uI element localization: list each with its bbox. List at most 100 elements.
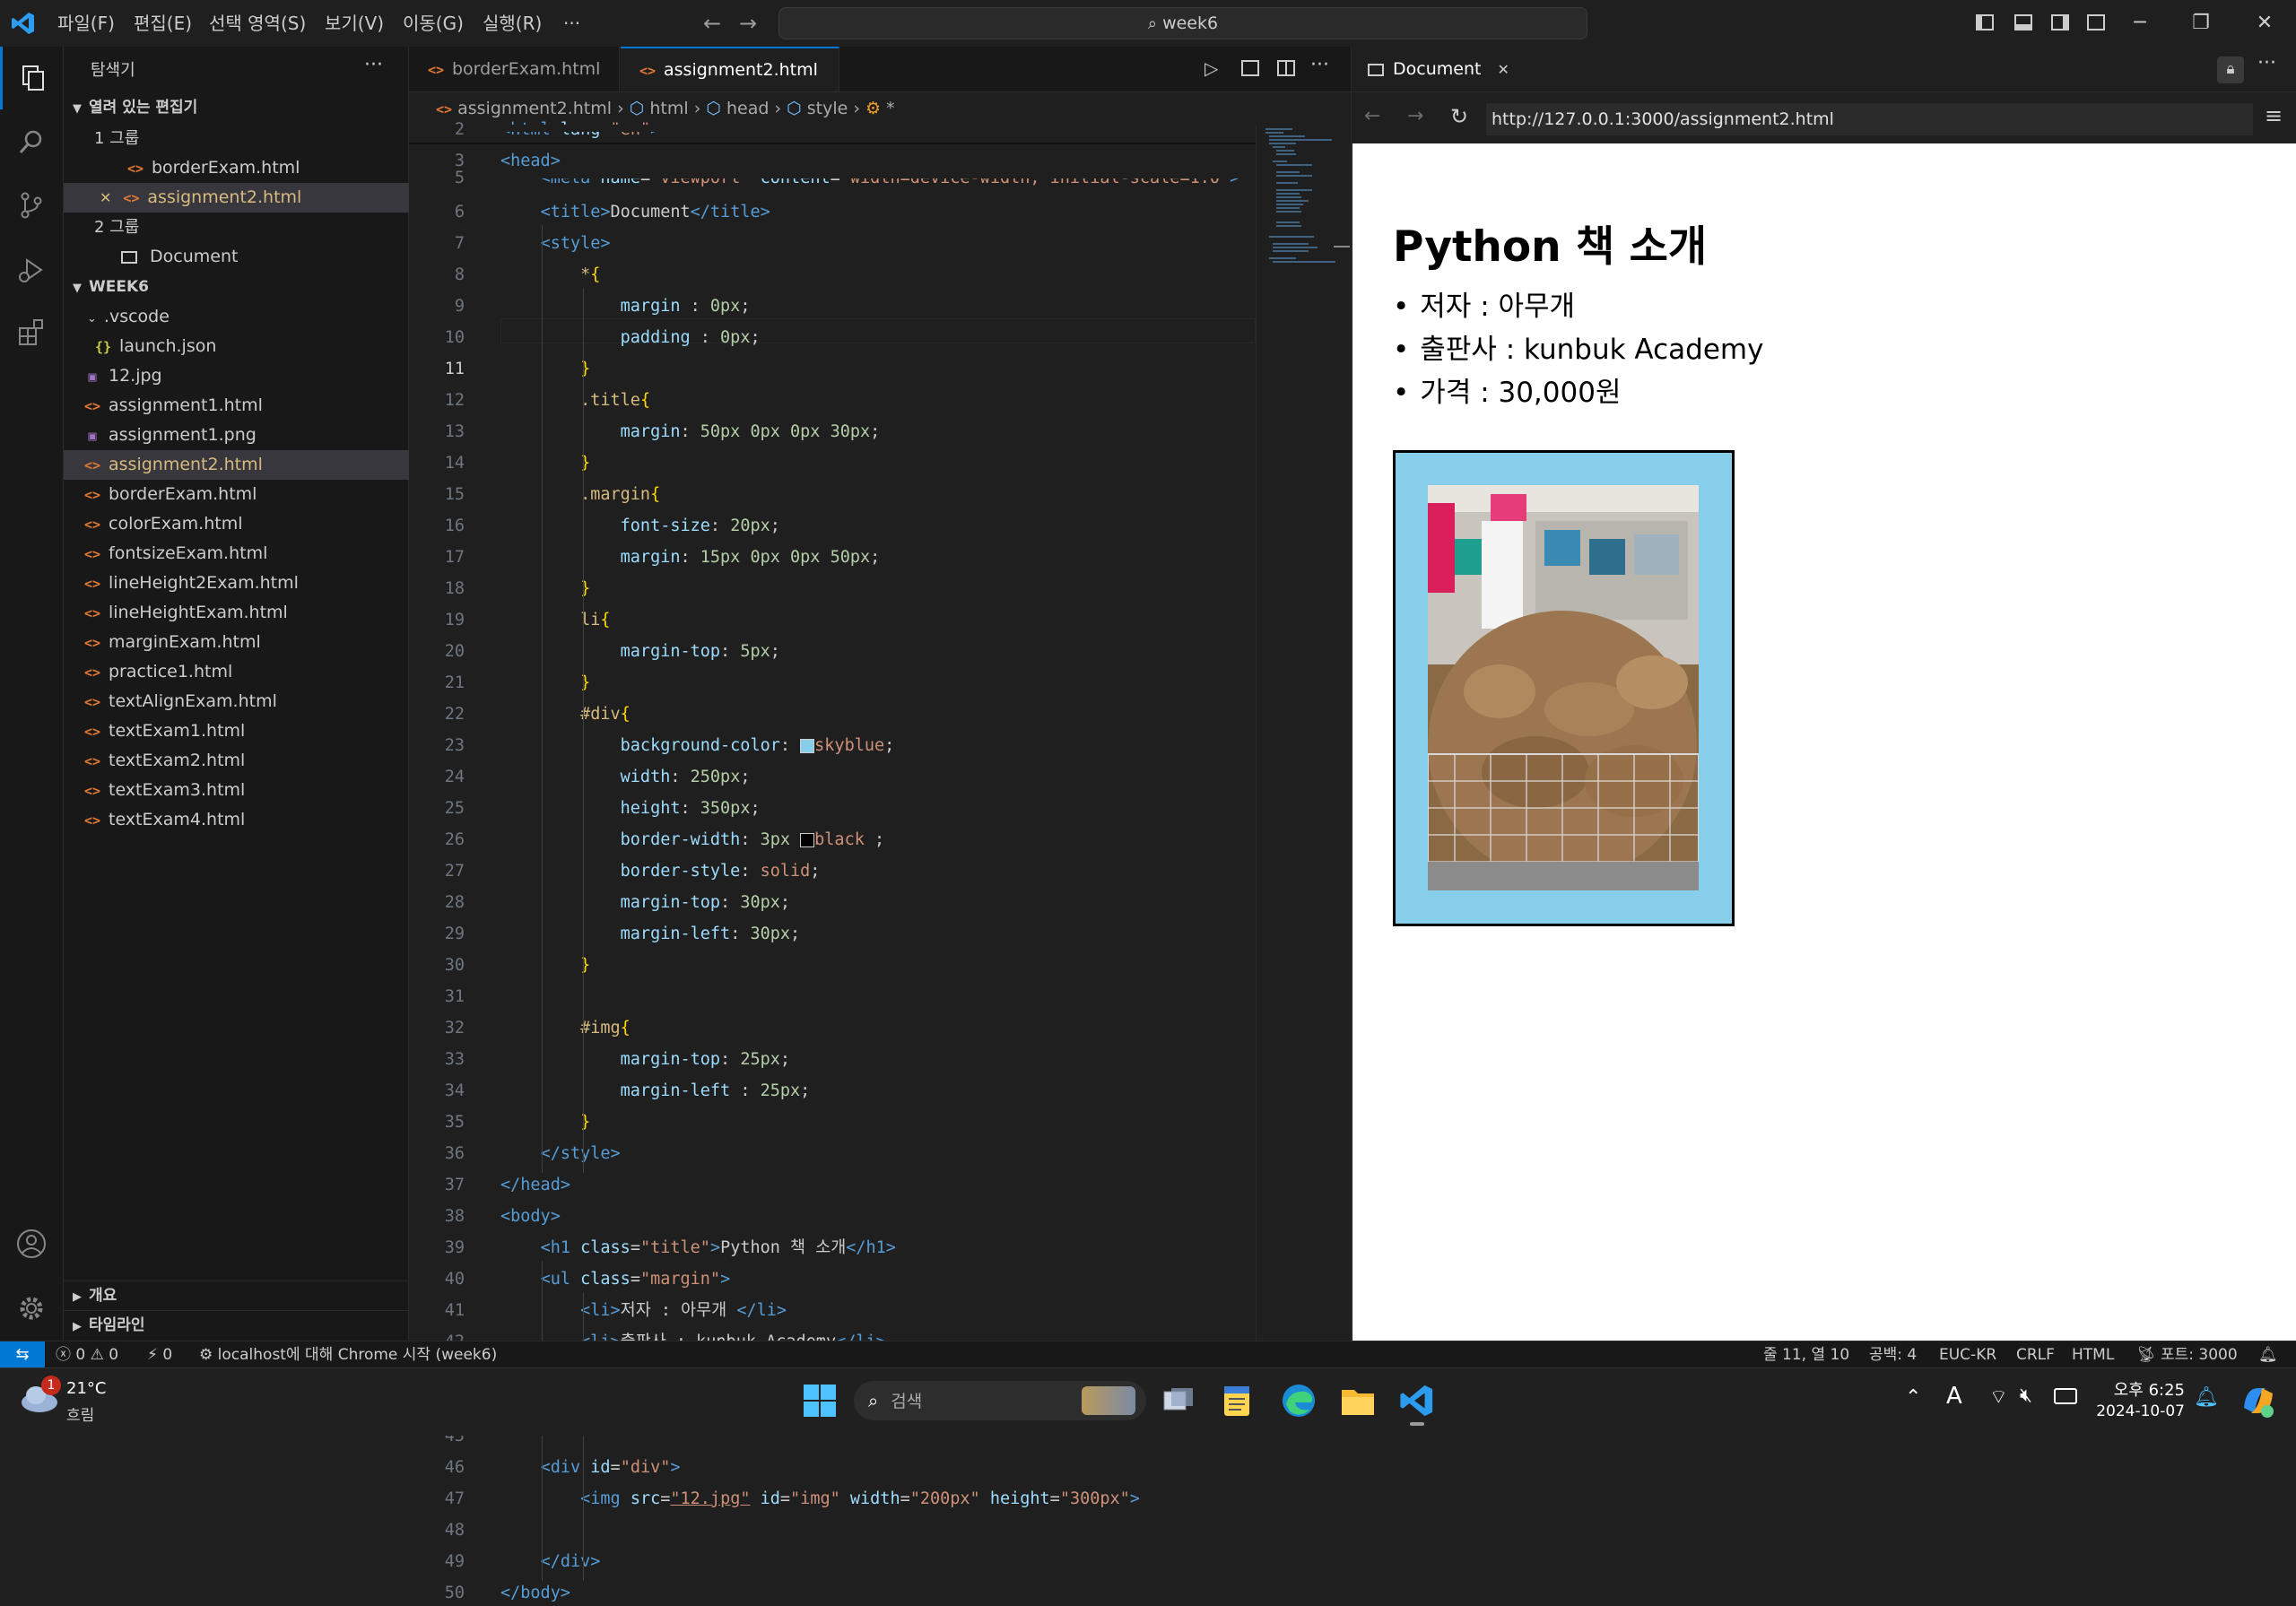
show-hidden-icons-chevron-icon[interactable]: ⌃ [1905, 1386, 1921, 1409]
input-method-icon[interactable]: A [1946, 1383, 1962, 1410]
notifications-icon[interactable]: 🔔︎ [2258, 1341, 2278, 1368]
launch-config[interactable]: ⚙ localhost에 대해 Chrome 시작 (week6) [199, 1341, 497, 1368]
tab-borderExam[interactable]: <> borderExam.html [409, 47, 620, 91]
file-item[interactable]: <> marginExam.html [64, 628, 428, 657]
breadcrumb-selector[interactable]: * [886, 99, 895, 118]
file-item[interactable]: <> textExam3.html [64, 776, 428, 805]
url-bar[interactable]: http://127.0.0.1:3000/assignment2.html [1486, 103, 2253, 135]
encoding[interactable]: EUC-KR [1939, 1341, 1996, 1368]
taskbar-search[interactable]: ⌕ 검색 [854, 1381, 1146, 1420]
menu-selection[interactable]: 선택 영역(S) [209, 0, 306, 47]
file-item[interactable]: <> borderExam.html [64, 480, 428, 509]
lock-icon[interactable]: 🔒︎ [2217, 56, 2244, 83]
timeline-section-header[interactable]: ▶ 타임라인 [64, 1310, 417, 1341]
source-control-icon[interactable] [0, 174, 63, 237]
file-item[interactable]: <> textExam2.html [64, 746, 428, 776]
file-explorer-icon[interactable] [1340, 1385, 1376, 1417]
toggle-secondary-sidebar-icon[interactable] [2051, 14, 2069, 30]
open-editor-item-active[interactable]: ✕ <> assignment2.html [64, 183, 444, 213]
live-server-port[interactable]: 📡︎ 포트: 3000 [2136, 1341, 2238, 1368]
code-editor[interactable]: 2<html lang="en">3<head>5 <meta name="vi… [409, 120, 1256, 1602]
file-item[interactable]: <> textAlignExam.html [64, 687, 428, 716]
open-editors-group2[interactable]: 2 그룹 [64, 213, 439, 242]
nav-back-icon[interactable]: ← [703, 11, 721, 36]
wifi-icon[interactable]: ⌔ [1989, 1385, 2008, 1410]
file-item[interactable]: {} launch.json [64, 332, 439, 361]
breadcrumb-file[interactable]: assignment2.html [457, 99, 612, 118]
explorer-icon[interactable] [0, 47, 63, 109]
file-item[interactable]: ▣ assignment1.png [64, 421, 428, 450]
open-editors-header[interactable]: ▼ 열려 있는 편집기 [64, 93, 417, 123]
breadcrumb-style[interactable]: style [807, 99, 848, 118]
outline-section-header[interactable]: ▶ 개요 [64, 1280, 417, 1311]
menu-file[interactable]: 파일(F) [57, 0, 115, 47]
volume-muted-icon[interactable]: 🔇︎ [2020, 1385, 2032, 1407]
folder-vscode[interactable]: ⌄ .vscode [64, 302, 431, 332]
settings-gear-icon[interactable] [0, 1277, 63, 1340]
minimap[interactable] [1256, 125, 1352, 1341]
menu-edit[interactable]: 편집(E) [134, 0, 192, 47]
copilot-icon[interactable] [2239, 1381, 2278, 1420]
clock-date[interactable]: 2024-10-07 [2095, 1402, 2185, 1420]
open-preview-icon[interactable] [1241, 60, 1259, 76]
cursor-position[interactable]: 줄 11, 열 10 [1763, 1341, 1849, 1368]
nav-forward-icon[interactable]: → [739, 11, 757, 36]
toggle-sidebar-icon[interactable] [1976, 14, 1994, 30]
task-view-icon[interactable] [1162, 1386, 1195, 1415]
browser-reload-icon[interactable]: ↻ [1450, 104, 1468, 129]
run-file-icon[interactable]: ▷ [1205, 57, 1218, 79]
extensions-icon[interactable] [0, 301, 63, 364]
file-item[interactable]: <> assignment1.html [64, 391, 428, 421]
file-item[interactable]: <> lineHeightExam.html [64, 598, 428, 628]
ports-indicator[interactable]: ⚡ 0 [147, 1341, 172, 1368]
clock-time[interactable]: 오후 6:25 [2104, 1377, 2185, 1401]
file-item[interactable]: <> colorExam.html [64, 509, 428, 539]
end-of-line[interactable]: CRLF [2016, 1341, 2055, 1368]
file-item[interactable]: ▣ 12.jpg [64, 361, 428, 391]
file-item-active[interactable]: <> assignment2.html [64, 450, 428, 480]
folder-header-week6[interactable]: ▼ WEEK6 [64, 273, 417, 302]
browser-forward-icon[interactable]: → [1407, 105, 1423, 127]
search-view-icon[interactable] [0, 111, 63, 174]
vscode-taskbar-icon[interactable] [1399, 1383, 1435, 1426]
minimize-icon[interactable]: ─ [2113, 0, 2167, 47]
customize-layout-icon[interactable] [2087, 14, 2105, 30]
split-editor-icon[interactable] [1277, 60, 1295, 76]
weather-widget[interactable]: 1 [20, 1376, 65, 1424]
tab-document[interactable]: Document ✕ [1352, 47, 1513, 91]
browser-more-icon[interactable]: ··· [2257, 52, 2276, 74]
editor-more-icon[interactable]: ··· [1310, 54, 1329, 76]
command-center-search[interactable]: ⌕ week6 [778, 7, 1587, 39]
file-item[interactable]: <> fontsizeExam.html [64, 539, 428, 569]
file-item[interactable]: <> lineHeight2Exam.html [64, 569, 428, 598]
close-window-icon[interactable]: ✕ [2238, 0, 2292, 47]
toggle-panel-icon[interactable] [2014, 14, 2032, 30]
file-item[interactable]: <> textExam4.html [64, 805, 428, 835]
menu-go[interactable]: 이동(G) [403, 0, 464, 47]
remote-indicator-icon[interactable]: ⇆ [0, 1341, 45, 1368]
explorer-more-icon[interactable]: ··· [364, 54, 383, 76]
edge-browser-icon[interactable] [1281, 1383, 1317, 1419]
file-item[interactable]: <> practice1.html [64, 657, 428, 687]
battery-icon[interactable] [2054, 1388, 2077, 1404]
close-tab-icon[interactable]: ✕ [1497, 61, 1509, 78]
menu-more[interactable]: ··· [563, 0, 580, 47]
windows-start-icon[interactable] [804, 1385, 836, 1417]
file-item[interactable]: <> textExam1.html [64, 716, 428, 746]
language-mode[interactable]: HTML [2072, 1341, 2114, 1368]
notification-bell-icon[interactable]: 🔔︎ [2194, 1386, 2219, 1409]
browser-menu-icon[interactable]: ≡ [2265, 103, 2283, 128]
menu-view[interactable]: 보기(V) [325, 0, 384, 47]
tab-assignment2[interactable]: <>assignment2.html ✕ [621, 47, 839, 123]
close-editor-icon[interactable]: ✕ [100, 189, 111, 206]
breadcrumb-html[interactable]: html [649, 99, 688, 118]
browser-back-icon[interactable]: ← [1364, 105, 1380, 127]
notepad-icon[interactable] [1223, 1383, 1250, 1417]
problems-indicator[interactable]: ⓧ 0 ⚠ 0 [56, 1341, 118, 1368]
breadcrumb-head[interactable]: head [726, 99, 769, 118]
open-editors-group1[interactable]: 1 그룹 [64, 124, 439, 153]
accounts-icon[interactable] [0, 1212, 63, 1275]
menu-run[interactable]: 실행(R) [483, 0, 542, 47]
open-editor-item[interactable]: Document [64, 242, 465, 272]
indentation[interactable]: 공백: 4 [1869, 1341, 1917, 1368]
